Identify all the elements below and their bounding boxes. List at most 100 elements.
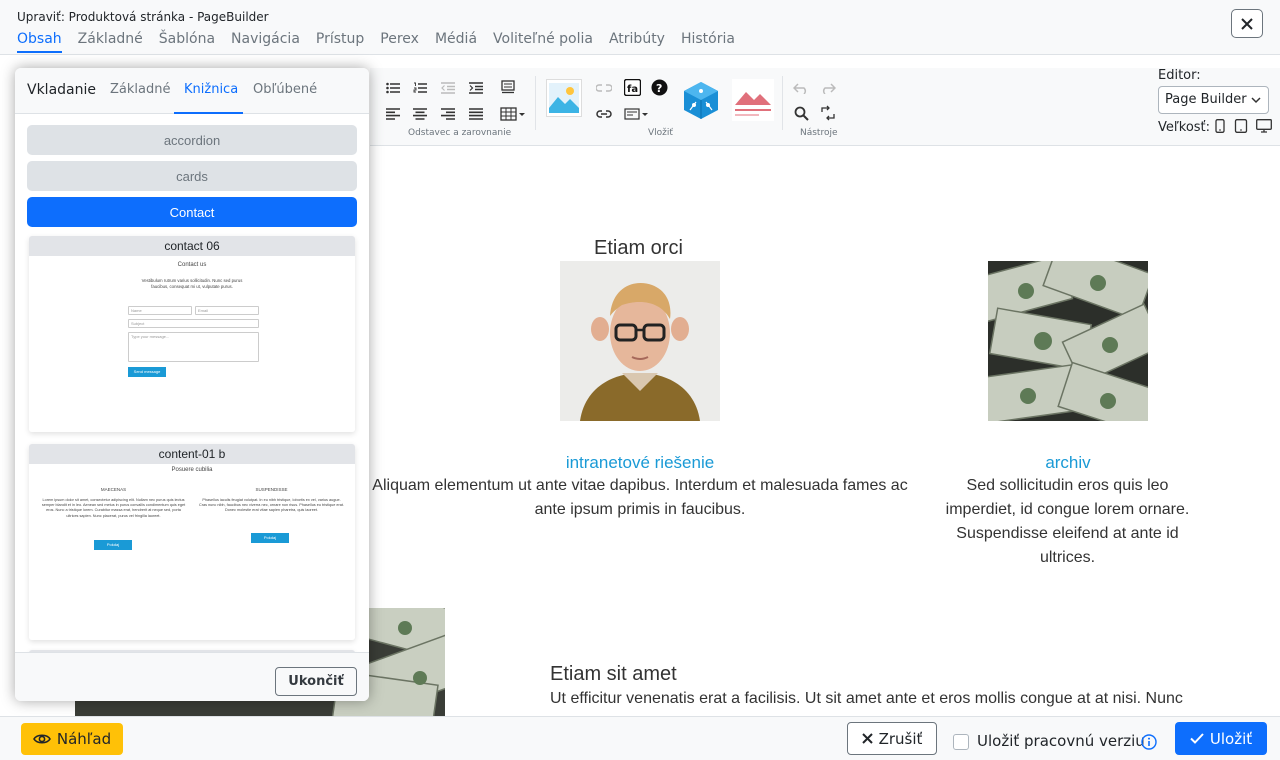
close-icon <box>861 733 873 744</box>
tab-historia[interactable]: História <box>681 31 735 53</box>
template-preview: Contact us Vestibulum rutrum varius soll… <box>29 256 355 432</box>
check-icon <box>1190 733 1204 744</box>
bottom-bar: Náhľad Zrušiť Uložiť pracovnú verziu Ulo… <box>0 716 1280 760</box>
toolbar-separator <box>535 76 536 130</box>
tab-media[interactable]: Médiá <box>435 31 477 53</box>
panel-tabs: Vkladanie Základné Knižnica Obľúbené <box>15 68 369 114</box>
tab-pristup[interactable]: Prístup <box>316 31 364 53</box>
tab-zakladne[interactable]: Základné <box>78 31 143 53</box>
form-icon[interactable] <box>623 106 651 122</box>
cancel-button[interactable]: Zrušiť <box>847 722 937 755</box>
redo-icon[interactable] <box>819 80 837 96</box>
toolbar-separator <box>782 76 783 130</box>
panel-body: accordion cards Contact contact 06 Conta… <box>15 114 369 652</box>
save-draft-checkbox[interactable] <box>953 734 969 750</box>
panel-tab-kniznica[interactable]: Knižnica <box>184 82 238 97</box>
outdent-icon[interactable] <box>439 80 457 96</box>
indent-icon[interactable] <box>467 80 485 96</box>
template-card-contact-06[interactable]: contact 06 Contact us Vestibulum rutrum … <box>29 236 355 432</box>
archive-link[interactable]: archiv <box>968 453 1168 473</box>
preview-heading: Posuere cubilia <box>171 467 213 473</box>
column-text: Sed sollicitudin eros quis leo imperdiet… <box>945 477 1190 566</box>
template-title: contact 06 <box>29 236 355 256</box>
editor-select-value: Page Builder <box>1165 92 1247 107</box>
group-label-tools: Nástroje <box>800 128 838 138</box>
preview-name-field: Name <box>128 306 192 315</box>
chevron-down-icon <box>1251 97 1261 104</box>
preview-subject-field: Subject <box>128 319 259 328</box>
preview-col1-title: MAECENAS <box>100 487 127 492</box>
tab-perex[interactable]: Perex <box>380 31 419 53</box>
preview-col1-button: Pokdaj <box>94 540 132 550</box>
numbered-list-icon[interactable] <box>411 80 429 96</box>
widget-cube-icon[interactable] <box>680 79 722 121</box>
editor-label: Editor: <box>1158 68 1201 83</box>
category-contact[interactable]: Contact <box>27 197 357 227</box>
eye-icon <box>32 734 51 744</box>
tab-atributy[interactable]: Atribúty <box>609 31 665 53</box>
window-title: Upraviť: Produktová stránka - PageBuilde… <box>17 10 269 24</box>
close-icon <box>1241 17 1253 30</box>
align-right-icon[interactable] <box>439 106 457 122</box>
main-tabs: Obsah Základné Šablóna Navigácia Prístup… <box>17 31 735 53</box>
section-heading: Etiam sit amet <box>550 663 677 685</box>
preview-col2-text: Phasellus iaculis feugiat volutpat. In e… <box>199 498 344 513</box>
template-card-content-01b[interactable]: content-01 b Posuere cubilia MAECENAS Lo… <box>29 444 355 640</box>
panel-tab-oblubene[interactable]: Obľúbené <box>253 82 317 97</box>
replace-icon[interactable] <box>819 105 837 121</box>
preview-col2-title: SUSPENDISSE <box>255 487 288 492</box>
preview-text: Vestibulum rutrum varius sollicitudin. N… <box>141 278 243 289</box>
category-accordion[interactable]: accordion <box>27 125 357 155</box>
cancel-label: Zrušiť <box>878 729 923 748</box>
unlink-icon[interactable] <box>595 80 613 96</box>
preview-heading: Contact us <box>177 262 207 268</box>
tab-obsah[interactable]: Obsah <box>17 31 62 53</box>
tab-sablona[interactable]: Šablóna <box>159 31 215 53</box>
save-draft-label: Uložiť pracovnú verziu <box>977 732 1145 750</box>
editor-select[interactable]: Page Builder <box>1158 86 1269 114</box>
category-cards[interactable]: cards <box>27 161 357 191</box>
align-center-icon[interactable] <box>411 106 429 122</box>
preview-col2-button: Pokdaj <box>251 533 289 543</box>
search-icon[interactable] <box>792 105 810 121</box>
preview-col1-text: Lorem ipsum dolor sit amet, consectetur … <box>41 498 186 518</box>
svg-text:fa: fa <box>627 84 638 95</box>
top-header: Upraviť: Produktová stránka - PageBuilde… <box>0 0 1280 55</box>
tab-volitelne-polia[interactable]: Voliteľné polia <box>493 31 593 53</box>
desktop-icon[interactable] <box>1256 119 1272 133</box>
save-button[interactable]: Uložiť <box>1175 722 1267 755</box>
align-justify-icon[interactable] <box>467 106 485 122</box>
group-label-insert: Vložiť <box>648 128 673 138</box>
intranet-solution-link[interactable]: intranetové riešenie <box>540 453 740 473</box>
font-awesome-icon[interactable]: fa <box>623 78 641 96</box>
help-icon[interactable]: ? <box>650 79 668 95</box>
column-heading: Etiam orci <box>594 237 683 259</box>
link-icon[interactable] <box>595 106 613 122</box>
preview-email-field: Email <box>195 306 259 315</box>
blocks-panel: Vkladanie Základné Knižnica Obľúbené acc… <box>15 68 369 701</box>
size-options <box>1214 119 1272 133</box>
preview-send-button: Send message <box>128 367 166 377</box>
panel-tab-zakladne[interactable]: Základné <box>110 82 170 97</box>
preview-message-field: Type your message... <box>128 332 259 362</box>
image-icon[interactable] <box>546 79 582 117</box>
preview-label: Náhľad <box>56 730 112 748</box>
tab-navigacia[interactable]: Navigácia <box>231 31 300 53</box>
group-label-paragraph: Odstavec a zarovnanie <box>408 128 512 138</box>
finish-button[interactable]: Ukončiť <box>275 667 357 696</box>
bullet-list-icon[interactable] <box>384 80 402 96</box>
info-icon[interactable] <box>1141 734 1157 750</box>
undo-icon[interactable] <box>792 80 810 96</box>
tablet-icon[interactable] <box>1234 119 1248 133</box>
panel-footer: Ukončiť <box>15 652 369 701</box>
align-left-icon[interactable] <box>384 106 402 122</box>
section-text: Ut efficitur venenatis erat a facilisis.… <box>550 690 1183 707</box>
preview-button[interactable]: Náhľad <box>21 723 123 755</box>
block-icon[interactable] <box>499 79 517 95</box>
phone-icon[interactable] <box>1214 119 1226 133</box>
panel-tab-vkladanie[interactable]: Vkladanie <box>27 82 96 98</box>
close-button[interactable] <box>1231 9 1263 38</box>
editor-toolbar: Odstavec a zarovnanie fa ? Vložiť Nástro… <box>370 68 1280 146</box>
table-icon[interactable] <box>499 106 527 122</box>
gallery-icon[interactable] <box>732 79 774 121</box>
